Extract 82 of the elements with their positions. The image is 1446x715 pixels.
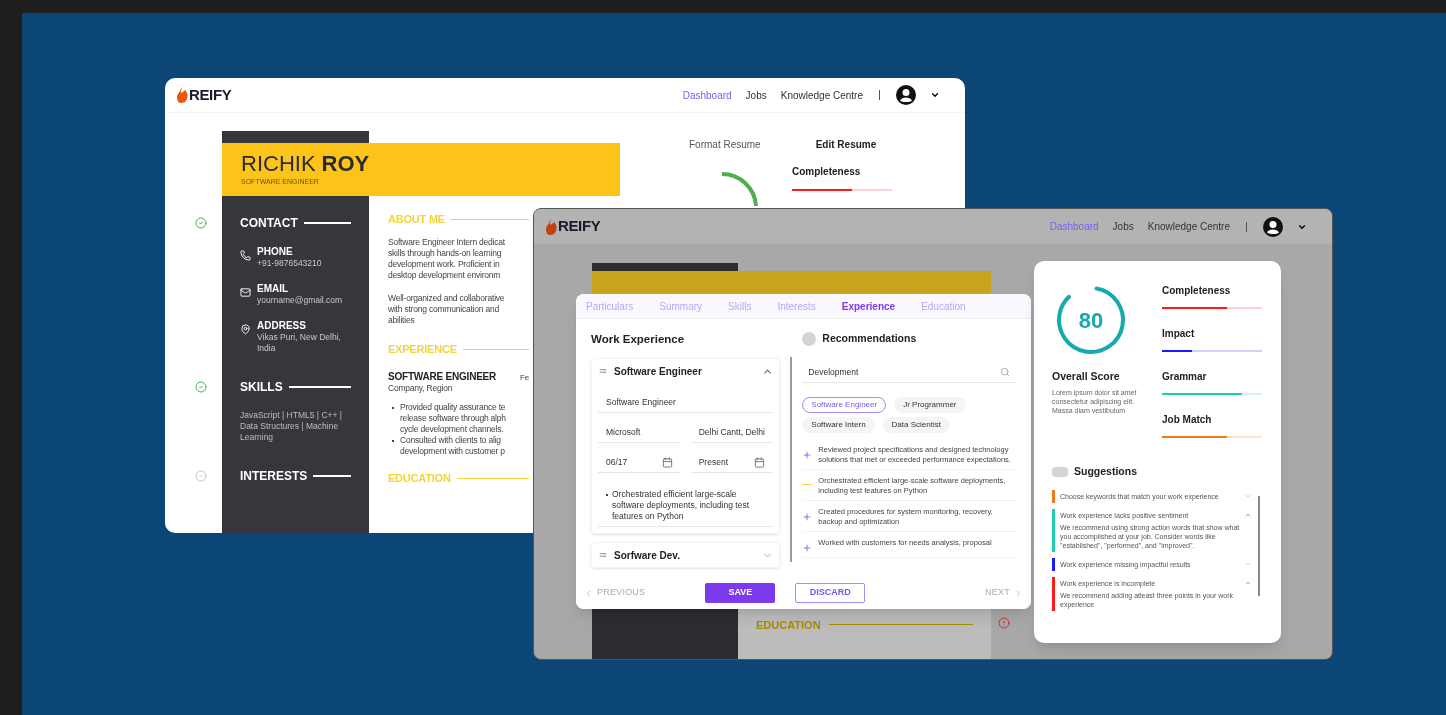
paragraph-line: Well-organized and collaborative (388, 293, 506, 304)
resume-section-title: EDUCATION (388, 473, 451, 484)
section-heading: Recommendations (822, 331, 917, 346)
nav-link[interactable]: Knowledge Centre (780, 87, 863, 103)
alert-icon (998, 617, 1010, 629)
search-field[interactable]: Development (802, 362, 1016, 383)
role-chip[interactable]: Data Scientist (882, 416, 950, 433)
bullet-line: release software through alph (400, 413, 506, 424)
bullet-line: Provided quality assurance te (400, 402, 506, 413)
job-title: SOFTWARE ENGINEER (388, 371, 497, 382)
added-indicator (802, 483, 813, 485)
badge-icon (1052, 466, 1068, 477)
metric-label: Job Match (1162, 413, 1213, 427)
email-icon (240, 287, 251, 298)
resume-first-name: RICHIK (241, 151, 316, 177)
chevron-down-icon[interactable] (930, 90, 940, 100)
paragraph-line: development work. Proficient in (388, 259, 501, 270)
plus-icon[interactable] (802, 511, 813, 522)
flame-logo-icon (546, 218, 557, 235)
metric-label: Completeness (1162, 284, 1232, 298)
calendar-icon[interactable] (661, 457, 673, 469)
resume-section-title: EXPERIENCE (388, 344, 457, 355)
nav-link[interactable]: Knowledge Centre (1147, 219, 1230, 234)
mode-tab[interactable]: Edit Resume (815, 137, 877, 152)
nav-link[interactable]: Dashboard (682, 87, 732, 103)
bullet-line: development with customer p (400, 446, 505, 457)
role-chip[interactable]: Jr Programmer (894, 396, 966, 413)
resume-section-title: SKILLS (240, 379, 283, 396)
skills-text: JavaScript | HTML5 | C++ | Data Structures | Machine Learning (240, 410, 344, 443)
flame-logo-icon (177, 87, 188, 103)
paragraph-line: desktop development environm (388, 270, 502, 281)
paragraph-line: abilities (388, 315, 416, 326)
metric-label: Completeness (792, 165, 862, 179)
paragraph-line: with strong communication and (388, 304, 500, 315)
resume-last-name: ROY (321, 151, 370, 177)
mode-tab[interactable]: Format Resume (689, 137, 761, 152)
paragraph-line: Software Engineer Intern dedicat (388, 237, 506, 248)
entry-title: Sorfware Dev. (614, 548, 681, 563)
address-icon (240, 324, 251, 335)
brand-name: REIFY (189, 84, 232, 105)
resume-section-title: ABOUT ME (388, 214, 445, 225)
description-text: Orchestrated efficient large-scale software deployments, including test features on Python (612, 489, 751, 523)
contact-label: PHONE (257, 246, 294, 258)
description-field[interactable]: Orchestrated efficient large-scale software deployments, including test features on Python (598, 485, 774, 528)
score-value: 80 (1077, 306, 1105, 335)
plus-icon[interactable] (802, 449, 813, 460)
resume-section-title: EDUCATION (756, 617, 821, 633)
role-chip[interactable]: Software Intern (802, 416, 875, 433)
score-title: Overall Score (1052, 369, 1121, 384)
section-heading: Suggestions (1074, 464, 1137, 479)
metric-label: Impact (1162, 327, 1196, 341)
contact-value: +91-9876543210 (257, 258, 322, 269)
account-icon[interactable] (1263, 216, 1283, 237)
save-button[interactable]: SAVE (705, 583, 776, 603)
chevron-right-icon (1014, 588, 1023, 598)
calendar-icon[interactable] (754, 457, 766, 469)
section-tab[interactable]: Experience (841, 298, 896, 314)
badge-icon (802, 331, 817, 346)
search-icon[interactable] (1000, 367, 1010, 378)
brand-name: REIFY (558, 216, 601, 237)
chevron-left-icon (584, 588, 593, 598)
section-heading: Work Experience (591, 332, 686, 347)
contact-label: EMAIL (257, 283, 290, 295)
contact-value: Vikas Puri, New Delhi, India (257, 332, 342, 354)
bullet-line: cycle development channels. (400, 424, 505, 435)
nav-link[interactable]: Jobs (745, 87, 767, 103)
nav-link[interactable]: Jobs (1112, 219, 1134, 234)
score-gauge-drawing (720, 172, 758, 206)
entry-title: Software Engineer (614, 364, 703, 379)
phone-icon (240, 250, 251, 261)
plus-icon[interactable] (802, 542, 813, 553)
bullet-line: Consulted with clients to alig (400, 435, 502, 446)
job-date: Fe (520, 372, 529, 383)
contact-value: yourname@gmail.com (257, 295, 343, 306)
company-region: Company, Region (388, 383, 454, 394)
resume-section-title: CONTACT (240, 215, 298, 232)
paragraph-line: skills through hands-on learning (388, 248, 503, 259)
metric-label: Grammar (1162, 370, 1208, 384)
resume-section-title: INTERESTS (240, 468, 308, 485)
account-icon[interactable] (896, 85, 916, 105)
contact-label: ADDRESS (257, 320, 307, 332)
discard-button[interactable]: DISCARD (795, 583, 866, 603)
